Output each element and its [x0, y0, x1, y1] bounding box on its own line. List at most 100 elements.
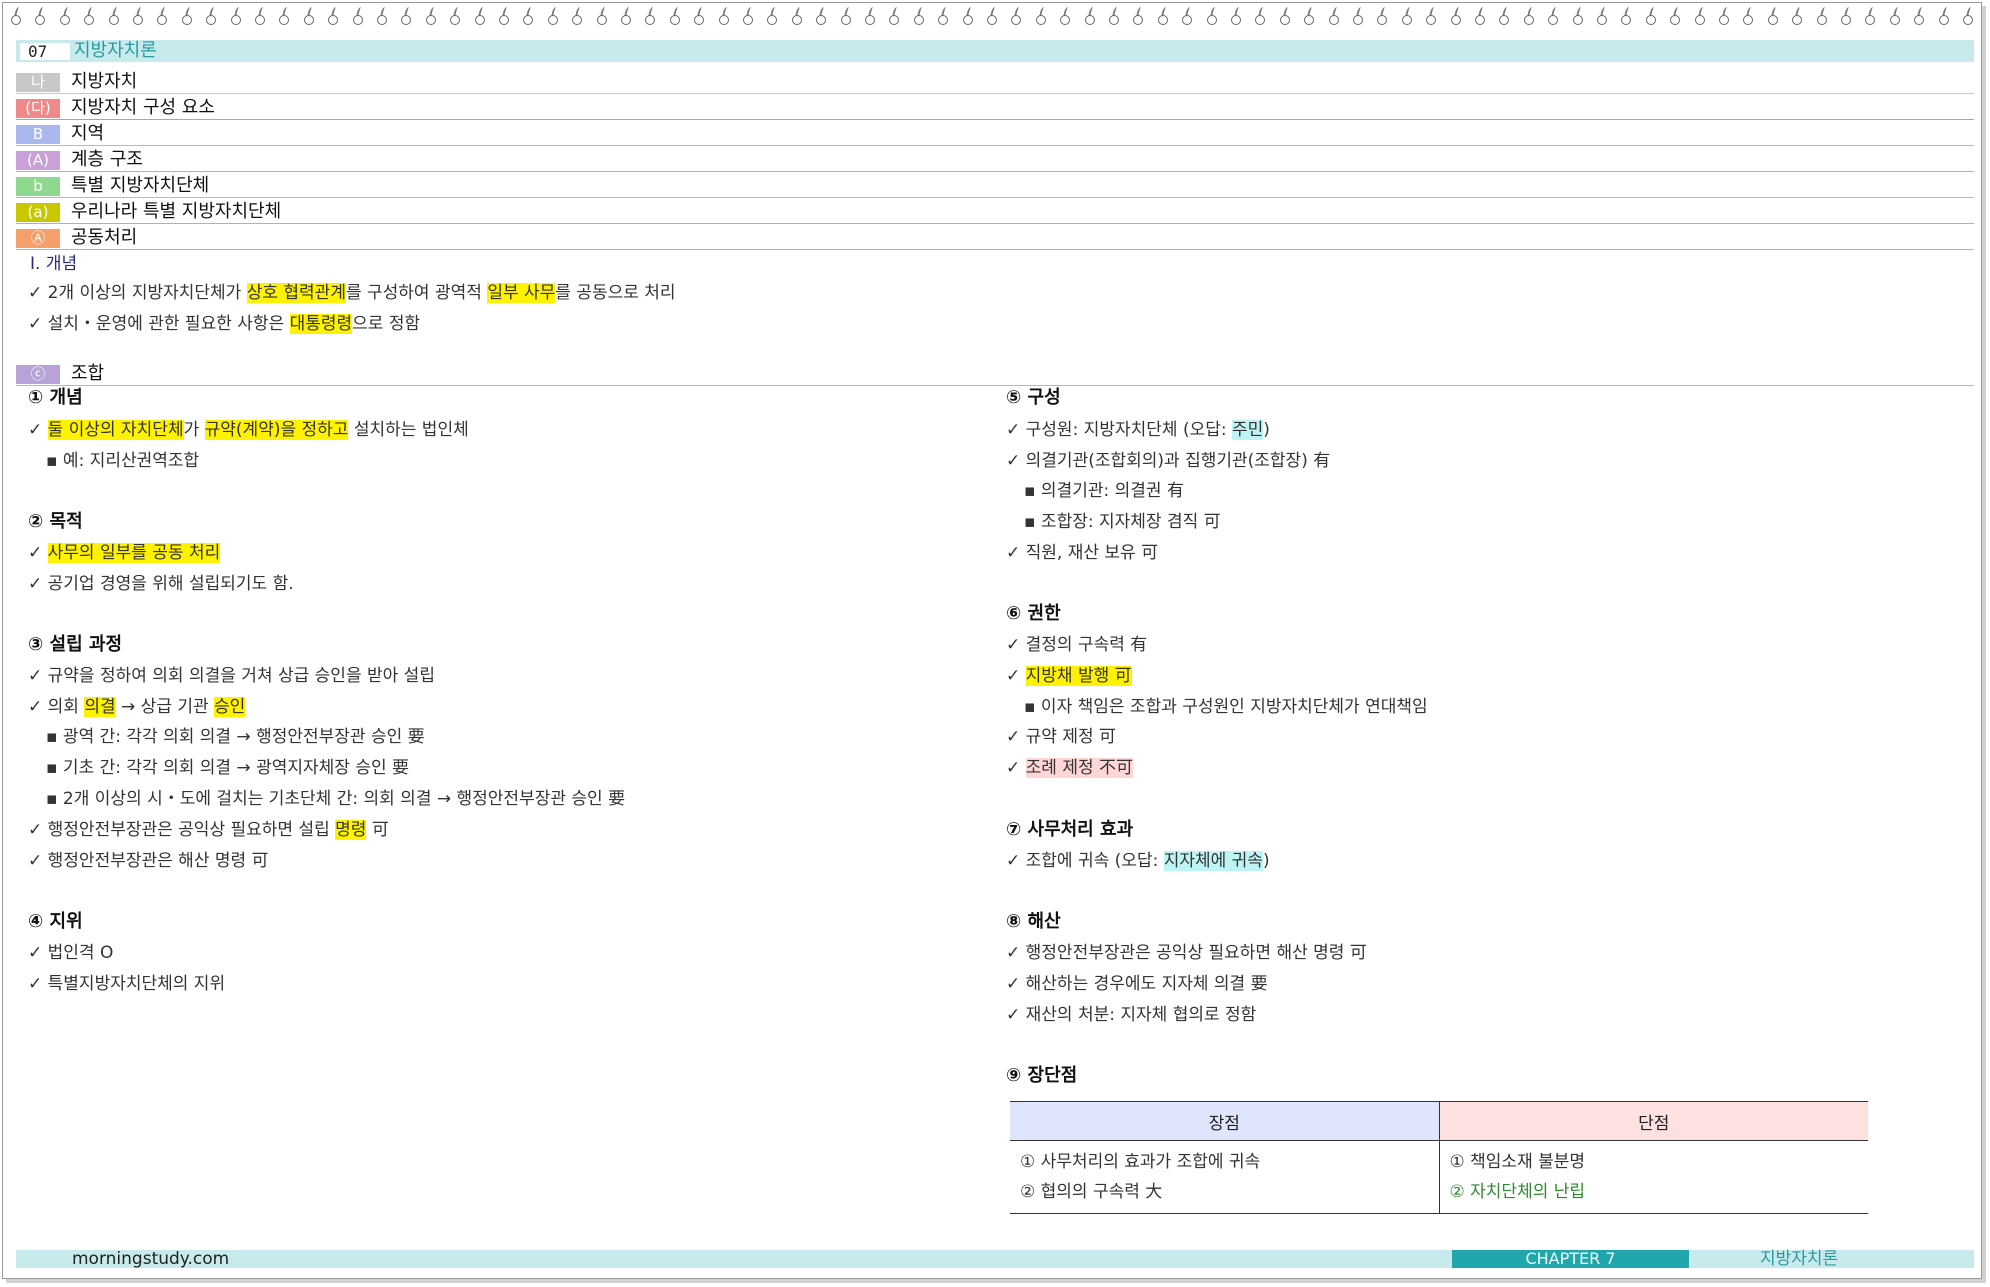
section-label: 조합 [71, 363, 105, 384]
s6-line-2: ✓ 지방채 발행 可 [1006, 666, 1132, 686]
outline-badge: 나 [16, 73, 60, 92]
s1-line-1: ✓ 둘 이상의 자치단체가 규약(계약)을 정하고 설치하는 법인체 [28, 420, 469, 440]
footer-site: morningstudy.com [72, 1249, 230, 1269]
binding-ring-icon [1937, 7, 1951, 27]
s2-line-1: ✓ 사무의 일부를 공동 처리 [28, 543, 221, 563]
outline-row: B 지역 [16, 122, 1974, 146]
section-badge: ⓒ [16, 365, 60, 384]
binding-ring-icon [326, 7, 340, 27]
binding-ring-icon [1717, 7, 1731, 27]
s2-title: ② 목적 [28, 511, 83, 532]
s5-line-4: ▪ 조합장: 지자체장 겸직 可 [1024, 512, 1221, 532]
binding-ring-icon [643, 7, 657, 27]
s3-line-4: ▪ 기초 간: 각각 의회 의결 → 광역지자체장 승인 要 [46, 758, 410, 778]
binding-ring-icon [1449, 7, 1463, 27]
binding-ring-icon [1815, 7, 1829, 27]
s4-title: ④ 지위 [28, 911, 83, 932]
binding-ring-icon [887, 7, 901, 27]
binding-ring-icon [448, 7, 462, 27]
outline-badge: Ⓐ [16, 229, 60, 248]
chapter-header-bar [16, 40, 1974, 62]
cons-cell: ① 책임소재 불분명 ② 자치단체의 난립 [1439, 1140, 1868, 1214]
outline-badge: (다) [16, 99, 60, 118]
outline-badge: (a) [16, 203, 60, 222]
binding-ring-icon [692, 7, 706, 27]
outline-badge: b [16, 177, 60, 196]
binding-ring-icon [839, 7, 853, 27]
binding-ring-icon [33, 7, 47, 27]
binding-ring-icon [1156, 7, 1170, 27]
s3-line-3: ▪ 광역 간: 각각 의회 의결 → 행정안전부장관 승인 要 [46, 727, 425, 747]
binding-ring-icon [497, 7, 511, 27]
cons-item: ① 책임소재 불분명 [1449, 1152, 1586, 1172]
outline-underline [16, 249, 1974, 250]
s3-line-6: ✓ 행정안전부장관은 공익상 필요하면 설립 명령 可 [28, 820, 389, 840]
s3-line-2: ✓ 의회 의결 → 상급 기관 승인 [28, 697, 246, 717]
binding-ring-icon [1644, 7, 1658, 27]
outline-label: 공동처리 [71, 227, 138, 248]
binding-ring-icon [107, 7, 121, 27]
footer-chapter-badge: CHAPTER 7 [1452, 1250, 1689, 1268]
binding-ring-icon [1595, 7, 1609, 27]
binding-ring-icon [814, 7, 828, 27]
s4-line-1: ✓ 법인격 O [28, 943, 114, 963]
s6-line-5: ✓ 조례 제정 不可 [1006, 758, 1134, 778]
binding-ring-icon [58, 7, 72, 27]
outline-underline [16, 145, 1974, 146]
s3-title: ③ 설립 과정 [28, 634, 123, 655]
binding-ring-icon [180, 7, 194, 27]
s9-title: ⑨ 장단점 [1006, 1065, 1078, 1086]
outline-underline [16, 223, 1974, 224]
binding-ring-icon [1473, 7, 1487, 27]
outline-row: b 특별 지방자치단체 [16, 174, 1974, 198]
cons-item: ② 자치단체의 난립 [1449, 1182, 1586, 1202]
outline-row: (a) 우리나라 특별 지방자치단체 [16, 200, 1974, 224]
s5-line-3: ▪ 의결기관: 의결권 有 [1024, 481, 1184, 501]
s3-line-1: ✓ 규약을 정하여 의회 의결을 거쳐 상급 승인을 받아 설립 [28, 666, 435, 686]
binding-ring-icon [229, 7, 243, 27]
binding-ring-icon [546, 7, 560, 27]
binding-ring-icon [765, 7, 779, 27]
binding-ring-icon [619, 7, 633, 27]
s6-line-1: ✓ 결정의 구속력 有 [1006, 635, 1148, 655]
outline-row: (A) 계층 구조 [16, 148, 1974, 172]
binding-ring-icon [936, 7, 950, 27]
binding-ring-icon [82, 7, 96, 27]
binding-ring-icon [1009, 7, 1023, 27]
concept-title: Ⅰ. 개념 [30, 254, 78, 274]
concept-line-2: ✓ 설치・운영에 관한 필요한 사항은 대통령령으로 정함 [28, 314, 421, 334]
s8-line-2: ✓ 해산하는 경우에도 지자체 의결 要 [1006, 974, 1268, 994]
binding-ring-icon [351, 7, 365, 27]
binding-ring-icon [1912, 7, 1926, 27]
binding-ring-icon [1497, 7, 1511, 27]
binding-ring-icon [1741, 7, 1755, 27]
binding-ring-icon [9, 7, 23, 27]
outline-row: 나 지방자치 [16, 70, 1974, 94]
binding-ring-icon [1327, 7, 1341, 27]
binding-ring-icon [1229, 7, 1243, 27]
binding-ring-icon [1180, 7, 1194, 27]
binding-ring-icon [1693, 7, 1707, 27]
outline-label: 우리나라 특별 지방자치단체 [71, 201, 282, 222]
outline-row: (다) 지방자치 구성 요소 [16, 96, 1974, 120]
binding-ring-icon [1205, 7, 1219, 27]
s4-line-2: ✓ 특별지방자치단체의 지위 [28, 974, 226, 994]
binding-ring-icon [1253, 7, 1267, 27]
binding-ring-icon [717, 7, 731, 27]
binding-ring-icon [424, 7, 438, 27]
binding-ring-icon [1107, 7, 1121, 27]
outline-label: 특별 지방자치단체 [71, 175, 210, 196]
s6-title: ⑥ 권한 [1006, 603, 1061, 624]
s5-title: ⑤ 구성 [1006, 387, 1061, 408]
binding-ring-icon [570, 7, 584, 27]
binding-ring-icon [985, 7, 999, 27]
s1-title: ① 개념 [28, 387, 83, 408]
binding-ring-icon [277, 7, 291, 27]
binding-ring-icon [1424, 7, 1438, 27]
outline-badge: B [16, 125, 60, 144]
s2-line-2: ✓ 공기업 경영을 위해 설립되기도 함. [28, 574, 294, 594]
s7-line-1: ✓ 조합에 귀속 (오답: 지자체에 귀속) [1006, 851, 1270, 871]
binding-ring-icon [790, 7, 804, 27]
binding-ring-icon [204, 7, 218, 27]
s6-line-4: ✓ 규약 제정 可 [1006, 727, 1117, 747]
